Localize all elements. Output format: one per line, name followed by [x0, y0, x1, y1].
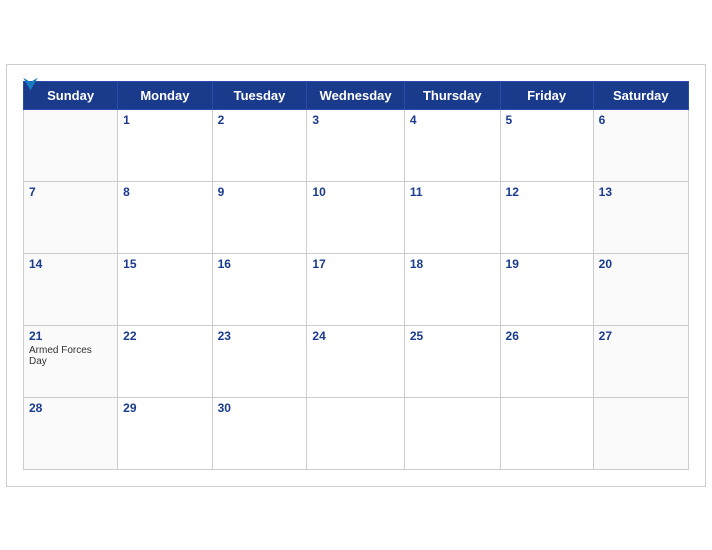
calendar-cell: 3	[307, 109, 404, 181]
calendar-cell	[500, 397, 593, 469]
calendar-cell: 9	[212, 181, 307, 253]
day-number: 8	[123, 185, 206, 199]
holiday-label: Armed Forces Day	[29, 345, 112, 367]
calendar-cell: 18	[404, 253, 500, 325]
calendar-week-row: 789 10 11 12 13	[24, 181, 689, 253]
day-number: 27	[599, 329, 683, 343]
day-number: 3	[312, 113, 398, 127]
calendar-cell: 15	[118, 253, 212, 325]
calendar-cell: 30	[212, 397, 307, 469]
day-number: 28	[29, 401, 112, 415]
calendar-cell: 4	[404, 109, 500, 181]
calendar-cell: 7	[24, 181, 118, 253]
calendar-cell: 20	[593, 253, 688, 325]
calendar-cell: 17	[307, 253, 404, 325]
day-number: 20	[599, 257, 683, 271]
calendar-cell	[593, 397, 688, 469]
calendar-week-row: 28 29 30	[24, 397, 689, 469]
calendar-cell: 24	[307, 325, 404, 397]
calendar-cell: 22	[118, 325, 212, 397]
calendar-cell: 19	[500, 253, 593, 325]
calendar-cell: 26	[500, 325, 593, 397]
calendar-cell: 13	[593, 181, 688, 253]
weekday-header-row: Sunday Monday Tuesday Wednesday Thursday…	[24, 81, 689, 109]
day-number: 10	[312, 185, 398, 199]
header-thursday: Thursday	[404, 81, 500, 109]
header-wednesday: Wednesday	[307, 81, 404, 109]
day-number: 14	[29, 257, 112, 271]
calendar-container: ⮟ Sunday Monday Tuesday Wednesday Thursd…	[6, 64, 706, 487]
day-number: 25	[410, 329, 495, 343]
calendar-cell: 25	[404, 325, 500, 397]
day-number: 7	[29, 185, 112, 199]
calendar-cell: 21 Armed Forces Day	[24, 325, 118, 397]
calendar-cell: 5	[500, 109, 593, 181]
calendar-cell: 8	[118, 181, 212, 253]
day-number: 12	[506, 185, 588, 199]
calendar-cell: 28	[24, 397, 118, 469]
day-number: 17	[312, 257, 398, 271]
day-number: 1	[123, 113, 206, 127]
calendar-cell: 2	[212, 109, 307, 181]
day-number: 16	[218, 257, 302, 271]
day-number: 2	[218, 113, 302, 127]
calendar-cell	[24, 109, 118, 181]
day-number: 23	[218, 329, 302, 343]
day-number: 24	[312, 329, 398, 343]
calendar-cell: 6	[593, 109, 688, 181]
calendar-cell: 29	[118, 397, 212, 469]
header-monday: Monday	[118, 81, 212, 109]
calendar-cell: 27	[593, 325, 688, 397]
header-saturday: Saturday	[593, 81, 688, 109]
calendar-week-row: 123456	[24, 109, 689, 181]
day-number: 30	[218, 401, 302, 415]
day-number: 18	[410, 257, 495, 271]
header-tuesday: Tuesday	[212, 81, 307, 109]
calendar-cell: 23	[212, 325, 307, 397]
day-number: 5	[506, 113, 588, 127]
logo: ⮟	[23, 75, 38, 95]
day-number: 22	[123, 329, 206, 343]
day-number: 13	[599, 185, 683, 199]
calendar-week-row: 14 15 16 17 18 19 20	[24, 253, 689, 325]
day-number: 6	[599, 113, 683, 127]
calendar-cell: 10	[307, 181, 404, 253]
calendar-cell: 11	[404, 181, 500, 253]
calendar-cell	[307, 397, 404, 469]
header-friday: Friday	[500, 81, 593, 109]
calendar-cell: 1	[118, 109, 212, 181]
day-number: 26	[506, 329, 588, 343]
day-number: 11	[410, 185, 495, 199]
day-number: 15	[123, 257, 206, 271]
day-number: 19	[506, 257, 588, 271]
calendar-cell	[404, 397, 500, 469]
calendar-cell: 16	[212, 253, 307, 325]
logo-bird-icon: ⮟	[23, 75, 38, 95]
calendar-cell: 12	[500, 181, 593, 253]
calendar-cell: 14	[24, 253, 118, 325]
calendar-week-row: 21 Armed Forces Day 22 23 24 25 26 27	[24, 325, 689, 397]
day-number: 29	[123, 401, 206, 415]
calendar-grid: Sunday Monday Tuesday Wednesday Thursday…	[23, 81, 689, 470]
day-number: 9	[218, 185, 302, 199]
day-number: 21	[29, 329, 112, 343]
day-number: 4	[410, 113, 495, 127]
